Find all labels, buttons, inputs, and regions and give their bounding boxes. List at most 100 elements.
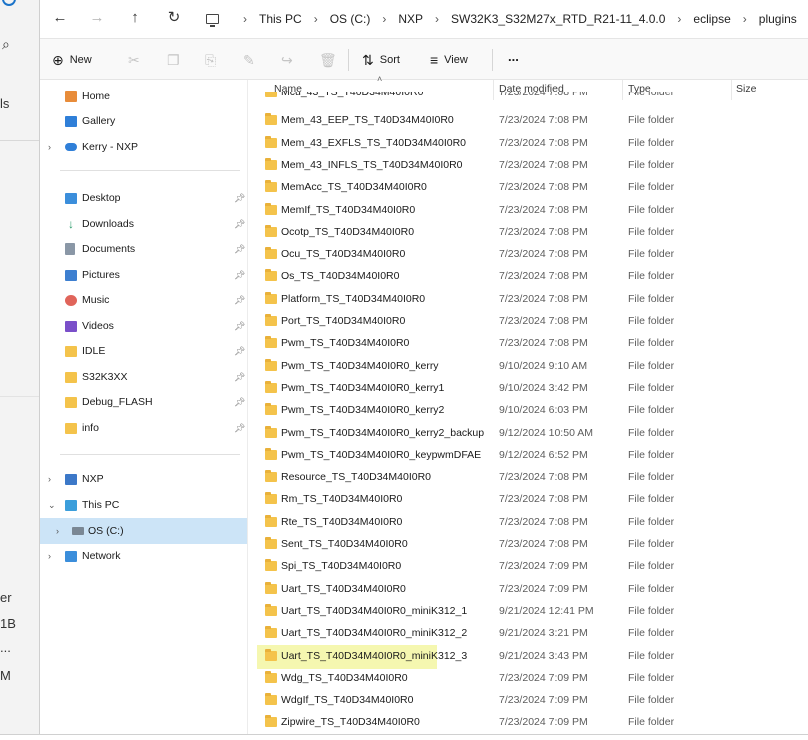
pin-icon[interactable]: 📌︎ — [234, 193, 245, 204]
breadcrumb-plugins[interactable]: plugins — [759, 12, 797, 26]
file-name[interactable]: Mem_43_INFLS_TS_T40D34M40I0R0 — [281, 159, 463, 171]
file-name[interactable]: Uart_TS_T40D34M40I0R0_miniK312_2 — [281, 627, 467, 639]
table-row[interactable]: Pwm_TS_T40D34M40I0R0_kerry2 9/10/2024 6:0… — [249, 399, 808, 421]
nav-item-kerry-nxp[interactable]: › Kerry - NXP — [40, 136, 247, 158]
nav-item-pictures[interactable]: Pictures 📌︎ — [40, 264, 247, 286]
nav-item-nxp[interactable]: › NXP — [40, 468, 247, 490]
pin-icon[interactable]: 📌︎ — [234, 244, 245, 255]
file-name[interactable]: MemAcc_TS_T40D34M40I0R0 — [281, 181, 427, 193]
breadcrumb-nxp[interactable]: NXP — [398, 12, 423, 26]
pin-icon[interactable]: 📌︎ — [234, 423, 245, 434]
table-row[interactable]: Pwm_TS_T40D34M40I0R0 7/23/2024 7:08 PM Fil… — [249, 332, 808, 354]
chevron-down-icon[interactable]: ⌄ — [48, 500, 56, 511]
table-row[interactable]: Zipwire_TS_T40D34M40I0R0 7/23/2024 7:09 P… — [249, 711, 808, 733]
file-name[interactable]: Platform_TS_T40D34M40I0R0 — [281, 293, 425, 305]
file-name[interactable]: Pwm_TS_T40D34M40I0R0_keypwmDFAE — [281, 449, 481, 461]
file-name[interactable]: Pwm_TS_T40D34M40I0R0_kerry2 — [281, 404, 444, 416]
chevron-right-icon[interactable]: › — [48, 474, 51, 484]
file-name[interactable]: Pwm_TS_T40D34M40I0R0_kerry1 — [281, 382, 444, 394]
pin-icon[interactable]: 📌︎ — [234, 346, 245, 357]
chevron-right-icon[interactable]: › — [56, 526, 59, 536]
file-name[interactable]: Rm_TS_T40D34M40I0R0 — [281, 493, 402, 505]
file-name[interactable]: Pwm_TS_T40D34M40I0R0 — [281, 337, 409, 349]
file-name[interactable]: Zipwire_TS_T40D34M40I0R0 — [281, 716, 420, 728]
table-row[interactable]: Platform_TS_T40D34M40I0R0 7/23/2024 7:08 … — [249, 288, 808, 310]
table-row[interactable]: Mcu_43_TS_T40D34M40I0R0 7/23/2024 7:08 PM… — [249, 92, 808, 104]
breadcrumb-os-c[interactable]: OS (C:) — [330, 12, 371, 26]
file-name[interactable]: Ocotp_TS_T40D34M40I0R0 — [281, 226, 414, 238]
table-row[interactable]: Ocu_TS_T40D34M40I0R0 7/23/2024 7:08 PM Fil… — [249, 243, 808, 265]
pin-icon[interactable]: 📌︎ — [234, 397, 245, 408]
back-button[interactable]: ← — [48, 8, 72, 28]
table-row[interactable]: Rte_TS_T40D34M40I0R0 7/23/2024 7:08 PM Fil… — [249, 511, 808, 533]
file-name[interactable]: Mcu_43_TS_T40D34M40I0R0 — [281, 92, 423, 98]
table-row[interactable]: Sent_TS_T40D34M40I0R0 7/23/2024 7:08 PM Fi… — [249, 533, 808, 555]
file-name[interactable]: Spi_TS_T40D34M40I0R0 — [281, 560, 401, 572]
new-button[interactable]: ⊕ New — [52, 51, 92, 69]
table-row[interactable]: Uart_TS_T40D34M40I0R0_miniK312_2 9/21/202… — [249, 622, 808, 644]
table-row[interactable]: Pwm_TS_T40D34M40I0R0_kerry 9/10/2024 9:10… — [249, 355, 808, 377]
file-name[interactable]: MemIf_TS_T40D34M40I0R0 — [281, 204, 415, 216]
breadcrumb-sw32k3[interactable]: SW32K3_S32M27x_RTD_R21-11_4.0.0 — [451, 12, 665, 26]
rename-button[interactable]: ✎ — [243, 51, 261, 69]
file-name[interactable]: Uart_TS_T40D34M40I0R0_miniK312_3 — [281, 650, 467, 662]
file-name[interactable]: Sent_TS_T40D34M40I0R0 — [281, 538, 408, 550]
refresh-button[interactable]: ↻ — [162, 8, 186, 28]
sort-button[interactable]: ⇅ Sort — [362, 51, 400, 69]
nav-item-os-c[interactable]: › OS (C:) — [40, 518, 247, 544]
pin-icon[interactable]: 📌︎ — [234, 321, 245, 332]
pin-icon[interactable]: 📌︎ — [234, 295, 245, 306]
file-name[interactable]: Rte_TS_T40D34M40I0R0 — [281, 516, 402, 528]
cut-button[interactable]: ✂ — [128, 51, 146, 69]
file-name[interactable]: WdgIf_TS_T40D34M40I0R0 — [281, 694, 413, 706]
file-name[interactable]: Pwm_TS_T40D34M40I0R0_kerry — [281, 360, 439, 372]
more-options-button[interactable]: ... — [508, 47, 519, 65]
nav-item-info[interactable]: info 📌︎ — [40, 417, 247, 439]
breadcrumb-eclipse[interactable]: eclipse — [693, 12, 730, 26]
nav-item-this-pc[interactable]: ⌄ This PC — [40, 494, 247, 516]
nav-item-documents[interactable]: Documents 📌︎ — [40, 238, 247, 260]
delete-button[interactable]: 🗑︎ — [319, 51, 343, 69]
table-row[interactable]: WdgIf_TS_T40D34M40I0R0 7/23/2024 7:09 PM F… — [249, 689, 808, 711]
table-row[interactable]: Uart_TS_T40D34M40I0R0 7/23/2024 7:09 PM Fi… — [249, 578, 808, 600]
nav-item-videos[interactable]: Videos 📌︎ — [40, 315, 247, 337]
nav-item-debug-flash[interactable]: Debug_FLASH 📌︎ — [40, 391, 247, 413]
search-icon[interactable]: ⌕ — [2, 36, 10, 53]
table-row[interactable]: Pwm_TS_T40D34M40I0R0_keypwmDFAE 9/12/2024… — [249, 444, 808, 466]
nav-item-music[interactable]: Music 📌︎ — [40, 289, 247, 311]
nav-item-idle[interactable]: IDLE 📌︎ — [40, 340, 247, 362]
nav-item-downloads[interactable]: ↓ Downloads 📌︎ — [40, 213, 247, 235]
pin-icon[interactable]: 📌︎ — [234, 372, 245, 383]
file-name[interactable]: Uart_TS_T40D34M40I0R0_miniK312_1 — [281, 605, 467, 617]
nav-item-gallery[interactable]: Gallery — [40, 110, 247, 132]
table-row[interactable]: MemAcc_TS_T40D34M40I0R0 7/23/2024 7:08 PM… — [249, 176, 808, 198]
table-row[interactable]: Port_TS_T40D34M40I0R0 7/23/2024 7:08 PM Fi… — [249, 310, 808, 332]
breadcrumb-this-pc[interactable]: This PC — [259, 12, 302, 26]
chevron-right-icon[interactable]: › — [48, 142, 51, 152]
forward-button[interactable]: → — [85, 8, 109, 28]
nav-item-home[interactable]: Home — [40, 85, 247, 107]
nav-item-desktop[interactable]: Desktop 📌︎ — [40, 187, 247, 209]
table-row[interactable]: Rm_TS_T40D34M40I0R0 7/23/2024 7:08 PM File… — [249, 488, 808, 510]
file-name[interactable]: Mem_43_EEP_TS_T40D34M40I0R0 — [281, 114, 454, 126]
paste-button[interactable]: ⎘ — [205, 51, 222, 69]
up-button[interactable]: ↑ — [123, 8, 147, 28]
table-row[interactable]: Mem_43_EXFLS_TS_T40D34M40I0R0 7/23/2024 7… — [249, 132, 808, 154]
file-name[interactable]: Ocu_TS_T40D34M40I0R0 — [281, 248, 405, 260]
file-name[interactable]: Pwm_TS_T40D34M40I0R0_kerry2_backup — [281, 427, 484, 439]
nav-item-s32k3xx[interactable]: S32K3XX 📌︎ — [40, 366, 247, 388]
table-row[interactable]: Uart_TS_T40D34M40I0R0_miniK312_1 9/21/202… — [249, 600, 808, 622]
pin-icon[interactable]: 📌︎ — [234, 270, 245, 281]
copy-button[interactable]: ❐ — [167, 51, 186, 69]
file-name[interactable]: Os_TS_T40D34M40I0R0 — [281, 270, 399, 282]
table-row[interactable]: Ocotp_TS_T40D34M40I0R0 7/23/2024 7:08 PM F… — [249, 221, 808, 243]
view-button[interactable]: ≡ View — [430, 51, 468, 69]
table-row[interactable]: Spi_TS_T40D34M40I0R0 7/23/2024 7:09 PM Fil… — [249, 555, 808, 577]
table-row[interactable]: Uart_TS_T40D34M40I0R0_miniK312_3 9/21/202… — [249, 644, 808, 669]
table-row[interactable]: Mem_43_EEP_TS_T40D34M40I0R0 7/23/2024 7:0… — [249, 109, 808, 131]
file-name[interactable]: Port_TS_T40D34M40I0R0 — [281, 315, 405, 327]
table-row[interactable]: Os_TS_T40D34M40I0R0 7/23/2024 7:08 PM File… — [249, 265, 808, 287]
table-row[interactable]: Resource_TS_T40D34M40I0R0 7/23/2024 7:08 … — [249, 466, 808, 488]
file-name[interactable]: Resource_TS_T40D34M40I0R0 — [281, 471, 431, 483]
table-row[interactable]: MemIf_TS_T40D34M40I0R0 7/23/2024 7:08 PM F… — [249, 199, 808, 221]
